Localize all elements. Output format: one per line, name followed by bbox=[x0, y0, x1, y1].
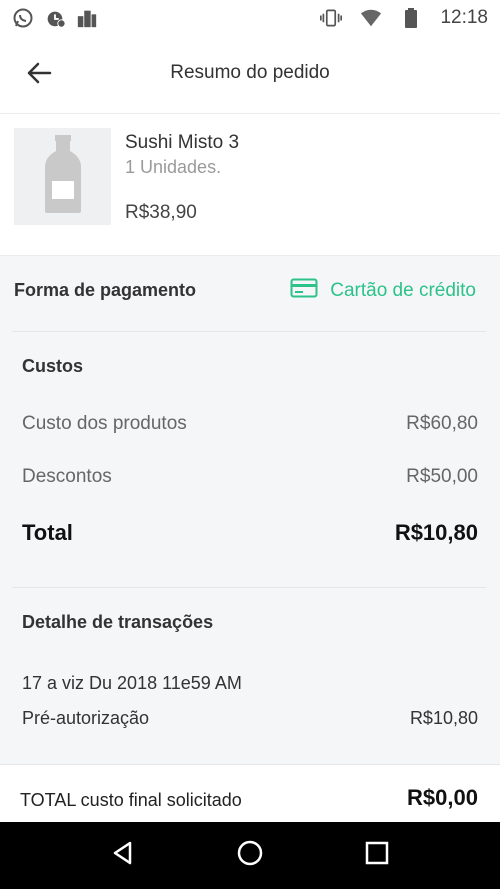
clock: 12:18 bbox=[440, 7, 488, 28]
battery-icon bbox=[400, 7, 422, 29]
wifi-icon bbox=[360, 7, 382, 29]
page-title: Resumo do pedido bbox=[170, 62, 330, 83]
transaction-type-label: Pré-autorização bbox=[22, 708, 150, 728]
payment-method-selector[interactable]: Cartão de crédito bbox=[290, 278, 476, 303]
nav-recents-button[interactable] bbox=[357, 836, 397, 876]
buildings-icon bbox=[76, 7, 98, 29]
final-total-row: TOTAL custo final solicitado R$0,00 bbox=[0, 764, 500, 822]
final-total-label: TOTAL custo final solicitado bbox=[20, 790, 242, 810]
bottle-icon bbox=[43, 133, 83, 220]
total-row: Total R$10,80 bbox=[22, 520, 478, 546]
total-label: Total bbox=[22, 520, 73, 545]
divider bbox=[12, 331, 486, 332]
discounts-value: R$50,00 bbox=[406, 466, 478, 487]
system-nav-bar bbox=[0, 822, 500, 889]
products-cost-row: Custo dos produtos R$60,80 bbox=[22, 413, 478, 435]
system-status: 12:18 bbox=[320, 7, 488, 29]
total-value: R$10,80 bbox=[394, 520, 478, 545]
products-cost-label: Custo dos produtos bbox=[22, 413, 187, 434]
payment-label: Forma de pagamento bbox=[14, 280, 197, 300]
divider bbox=[12, 587, 486, 588]
product-name: Sushi Misto 3 bbox=[125, 132, 240, 153]
whatsapp-icon bbox=[12, 7, 34, 29]
home-circle-icon bbox=[236, 839, 264, 872]
product-price: R$38,90 bbox=[125, 202, 197, 223]
transaction-type-value: R$10,80 bbox=[409, 708, 478, 728]
payment-section: Forma de pagamento Cartão de crédito bbox=[0, 257, 500, 331]
transaction-date: 17 a viz Du 2018 11e59 AM bbox=[22, 673, 242, 693]
transactions-title: Detalhe de transações bbox=[22, 612, 214, 632]
final-total-value: R$0,00 bbox=[407, 785, 478, 810]
nav-back-button[interactable] bbox=[103, 836, 143, 876]
recents-square-icon bbox=[364, 840, 390, 871]
products-cost-value: R$60,80 bbox=[406, 413, 478, 434]
discounts-label: Descontos bbox=[22, 466, 112, 487]
product-image bbox=[14, 128, 111, 225]
order-item[interactable]: Sushi Misto 3 1 Unidades. R$38,90 bbox=[0, 114, 500, 256]
notification-icons bbox=[12, 7, 98, 29]
alarm-icon bbox=[44, 7, 66, 29]
payment-method-label: Cartão de crédito bbox=[330, 279, 476, 301]
vibrate-icon bbox=[320, 7, 343, 29]
nav-home-button[interactable] bbox=[230, 836, 270, 876]
back-triangle-icon bbox=[110, 840, 136, 871]
product-quantity: 1 Unidades. bbox=[125, 157, 222, 177]
status-bar: 12:18 bbox=[0, 0, 500, 36]
costs-title: Custos bbox=[22, 356, 84, 376]
transaction-row: Pré-autorização R$10,80 bbox=[22, 708, 478, 729]
app-bar: Resumo do pedido bbox=[0, 36, 500, 114]
credit-card-icon bbox=[290, 278, 318, 303]
discounts-row: Descontos R$50,00 bbox=[22, 466, 478, 488]
